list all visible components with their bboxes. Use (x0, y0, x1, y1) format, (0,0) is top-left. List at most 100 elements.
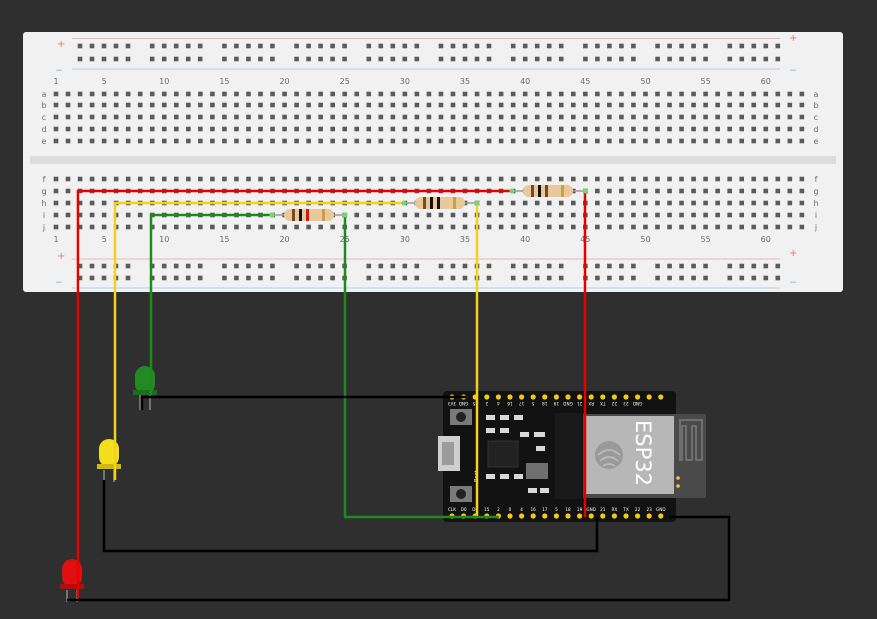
breadboard-hole[interactable] (342, 126, 348, 132)
rail-hole[interactable] (655, 275, 660, 281)
breadboard-hole[interactable] (318, 114, 323, 120)
breadboard-hole[interactable] (161, 176, 167, 182)
breadboard-hole[interactable] (667, 200, 672, 206)
rail-hole[interactable] (546, 263, 552, 269)
breadboard-hole[interactable] (763, 138, 769, 144)
rail-hole[interactable] (306, 263, 311, 269)
breadboard-hole[interactable] (715, 176, 720, 182)
rail-hole[interactable] (222, 43, 227, 49)
rail-hole[interactable] (125, 275, 131, 281)
breadboard-hole[interactable] (703, 176, 708, 182)
breadboard-hole[interactable] (125, 114, 131, 120)
breadboard-hole[interactable] (799, 126, 805, 132)
breadboard-hole[interactable] (198, 114, 203, 120)
led-red[interactable] (60, 559, 84, 602)
rail-hole[interactable] (149, 56, 155, 62)
breadboard-hole[interactable] (570, 138, 576, 144)
breadboard-hole[interactable] (354, 114, 360, 120)
breadboard-hole[interactable] (222, 176, 227, 182)
breadboard-hole[interactable] (414, 176, 420, 182)
rail-hole[interactable] (763, 275, 769, 281)
rail-hole[interactable] (378, 275, 384, 281)
breadboard-hole[interactable] (546, 91, 552, 97)
rail-hole[interactable] (306, 43, 311, 49)
breadboard-hole[interactable] (595, 176, 600, 182)
rail-hole[interactable] (667, 43, 672, 49)
rail-hole[interactable] (161, 263, 167, 269)
breadboard-hole[interactable] (787, 200, 793, 206)
breadboard-hole[interactable] (607, 176, 612, 182)
breadboard-hole[interactable] (655, 188, 660, 194)
rail-hole[interactable] (222, 275, 227, 281)
breadboard-hole[interactable] (53, 102, 59, 108)
breadboard-hole[interactable] (65, 224, 71, 230)
breadboard-hole[interactable] (426, 102, 432, 108)
breadboard-hole[interactable] (522, 126, 528, 132)
breadboard-hole[interactable] (619, 188, 624, 194)
breadboard-hole[interactable] (282, 138, 287, 144)
breadboard-hole[interactable] (679, 200, 684, 206)
rail-hole[interactable] (534, 275, 540, 281)
breadboard-hole[interactable] (715, 224, 720, 230)
breadboard-hole[interactable] (390, 224, 396, 230)
breadboard-hole[interactable] (715, 126, 720, 132)
breadboard-hole[interactable] (570, 114, 576, 120)
breadboard-hole[interactable] (510, 126, 516, 132)
breadboard-hole[interactable] (65, 212, 71, 218)
rail-hole[interactable] (438, 43, 444, 49)
rail-hole[interactable] (510, 56, 516, 62)
rail-hole[interactable] (366, 43, 372, 49)
breadboard-hole[interactable] (330, 176, 335, 182)
breadboard-hole[interactable] (595, 188, 600, 194)
breadboard-hole[interactable] (739, 114, 745, 120)
breadboard-hole[interactable] (474, 176, 480, 182)
breadboard-hole[interactable] (270, 102, 275, 108)
breadboard-hole[interactable] (258, 126, 263, 132)
breadboard-hole[interactable] (65, 126, 71, 132)
rail-hole[interactable] (185, 263, 191, 269)
breadboard-hole[interactable] (799, 224, 805, 230)
breadboard-hole[interactable] (607, 138, 612, 144)
rail-hole[interactable] (77, 43, 83, 49)
breadboard-hole[interactable] (174, 114, 179, 120)
rail-hole[interactable] (318, 56, 323, 62)
breadboard-hole[interactable] (643, 188, 648, 194)
breadboard-hole[interactable] (53, 126, 59, 132)
breadboard-hole[interactable] (77, 138, 83, 144)
breadboard-hole[interactable] (558, 138, 564, 144)
breadboard-hole[interactable] (546, 224, 552, 230)
rail-hole[interactable] (619, 56, 624, 62)
rail-hole[interactable] (342, 56, 347, 62)
breadboard-hole[interactable] (306, 114, 311, 120)
rail-hole[interactable] (246, 56, 251, 62)
wire-black-green-gnd[interactable] (140, 395, 466, 410)
breadboard-hole[interactable] (787, 114, 793, 120)
rail-hole[interactable] (222, 263, 227, 269)
breadboard-hole[interactable] (727, 200, 732, 206)
breadboard-hole[interactable] (583, 114, 588, 120)
rail-hole[interactable] (378, 56, 384, 62)
breadboard-hole[interactable] (426, 224, 432, 230)
breadboard-hole[interactable] (510, 224, 516, 230)
breadboard-hole[interactable] (498, 212, 504, 218)
breadboard-hole[interactable] (53, 176, 59, 182)
breadboard[interactable]: + + + + 1 5 10 15 20 25 30 35 40 45 50 55 601 5 10 15 20… (23, 32, 843, 292)
breadboard-hole[interactable] (161, 138, 167, 144)
breadboard-hole[interactable] (149, 91, 155, 97)
breadboard-hole[interactable] (330, 224, 335, 230)
breadboard-hole[interactable] (631, 176, 636, 182)
rail-hole[interactable] (751, 275, 757, 281)
breadboard-hole[interactable] (318, 102, 323, 108)
breadboard-hole[interactable] (703, 212, 708, 218)
breadboard-hole[interactable] (534, 114, 540, 120)
esp32-top-pin[interactable] (553, 394, 560, 400)
circuit-canvas[interactable]: + + + + 1 5 10 15 20 25 30 35 40 45 50 55 601 5 10 15 20… (0, 0, 877, 619)
breadboard-hole[interactable] (546, 200, 552, 206)
breadboard-hole[interactable] (89, 212, 95, 218)
breadboard-hole[interactable] (655, 126, 660, 132)
rail-hole[interactable] (306, 56, 311, 62)
breadboard-hole[interactable] (631, 126, 636, 132)
esp32-bottom-pin[interactable] (635, 513, 641, 519)
breadboard-hole[interactable] (727, 126, 732, 132)
rail-hole[interactable] (534, 263, 540, 269)
